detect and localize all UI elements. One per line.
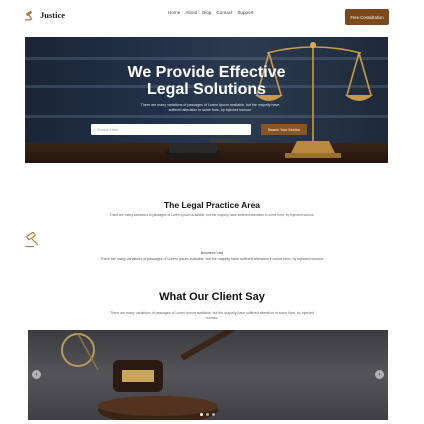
gavel-practice-icon <box>25 232 39 248</box>
hero-title: We Provide Effective Legal Solutions <box>25 64 388 98</box>
practice-item-title: Business Law <box>200 251 224 255</box>
practice-item-description: There are many variations of passages of… <box>100 257 324 261</box>
gavel-photo-illustration <box>61 330 236 420</box>
nav-item-contact[interactable]: Contact <box>216 10 232 15</box>
nav-item-support[interactable]: Support <box>237 10 253 15</box>
carousel-dot[interactable] <box>212 413 215 416</box>
logo-text: Justice <box>40 10 66 20</box>
testimonial-carousel: ‹ › <box>28 330 388 420</box>
search-service-button[interactable]: Search Your Service <box>261 124 307 135</box>
hero-subtitle: There are many variations of passages of… <box>140 103 280 112</box>
practice-section-title: The Legal Practice Area <box>163 200 261 210</box>
hero-banner: We Provide Effective Legal Solutions The… <box>25 37 388 163</box>
practice-section-description: There are many variations of passages of… <box>109 213 315 217</box>
clients-section-description: There are many variations of passages of… <box>110 311 314 320</box>
gavel-logo-icon <box>25 10 33 21</box>
carousel-dot[interactable] <box>206 413 209 416</box>
main-nav: Home About Blog Contact Support <box>168 10 253 15</box>
free-consultation-button[interactable]: Free Consultation <box>345 9 389 25</box>
hero-title-line: Legal Solutions <box>146 81 267 98</box>
service-search-input[interactable]: Search Here <box>91 124 251 135</box>
carousel-prev-button[interactable]: ‹ <box>32 370 41 379</box>
nav-item-home[interactable]: Home <box>168 10 180 15</box>
nav-item-blog[interactable]: Blog <box>202 10 211 15</box>
clients-section-title: What Our Client Say <box>159 291 265 303</box>
scales-of-justice-icon <box>255 42 373 158</box>
logo[interactable]: Justice <box>24 9 65 21</box>
hero-title-line: We Provide Effective <box>127 64 286 81</box>
nav-item-about[interactable]: About <box>185 10 197 15</box>
carousel-next-button[interactable]: › <box>375 370 384 379</box>
carousel-indicators <box>200 413 215 416</box>
carousel-dot[interactable] <box>200 413 203 416</box>
